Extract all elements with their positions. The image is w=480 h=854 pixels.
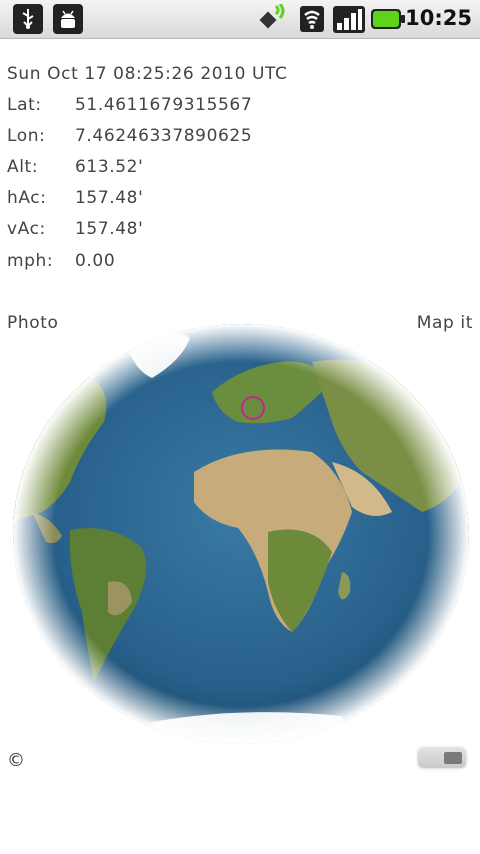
alt-value: 613.52' — [75, 157, 144, 177]
lon-label: Lon: — [7, 126, 46, 146]
lat-label: Lat: — [7, 95, 42, 115]
toggle-thumb — [444, 752, 462, 764]
vac-label: vAc: — [7, 219, 46, 239]
earth-globe[interactable] — [12, 322, 470, 752]
mph-value: 0.00 — [75, 251, 116, 271]
vac-value: 157.48' — [75, 219, 144, 239]
mph-label: mph: — [7, 251, 54, 271]
usb-icon — [13, 4, 43, 34]
cell-signal-icon — [332, 4, 366, 34]
copyright-label: © — [7, 750, 25, 771]
status-bar: 10:25 — [0, 0, 480, 39]
toggle-switch[interactable] — [418, 748, 466, 768]
battery-icon — [370, 6, 406, 32]
debug-android-icon — [53, 4, 83, 34]
gps-satellite-icon — [256, 3, 290, 34]
lat-value: 51.4611679315567 — [75, 95, 253, 115]
hac-label: hAc: — [7, 188, 47, 208]
status-clock: 10:25 — [405, 6, 472, 30]
datetime-label: Sun Oct 17 08:25:26 2010 UTC — [7, 64, 288, 84]
alt-label: Alt: — [7, 157, 39, 177]
earth-globe-image — [13, 324, 469, 744]
hac-value: 157.48' — [75, 188, 144, 208]
wifi-icon — [298, 4, 326, 34]
lon-value: 7.46246337890625 — [75, 126, 253, 146]
